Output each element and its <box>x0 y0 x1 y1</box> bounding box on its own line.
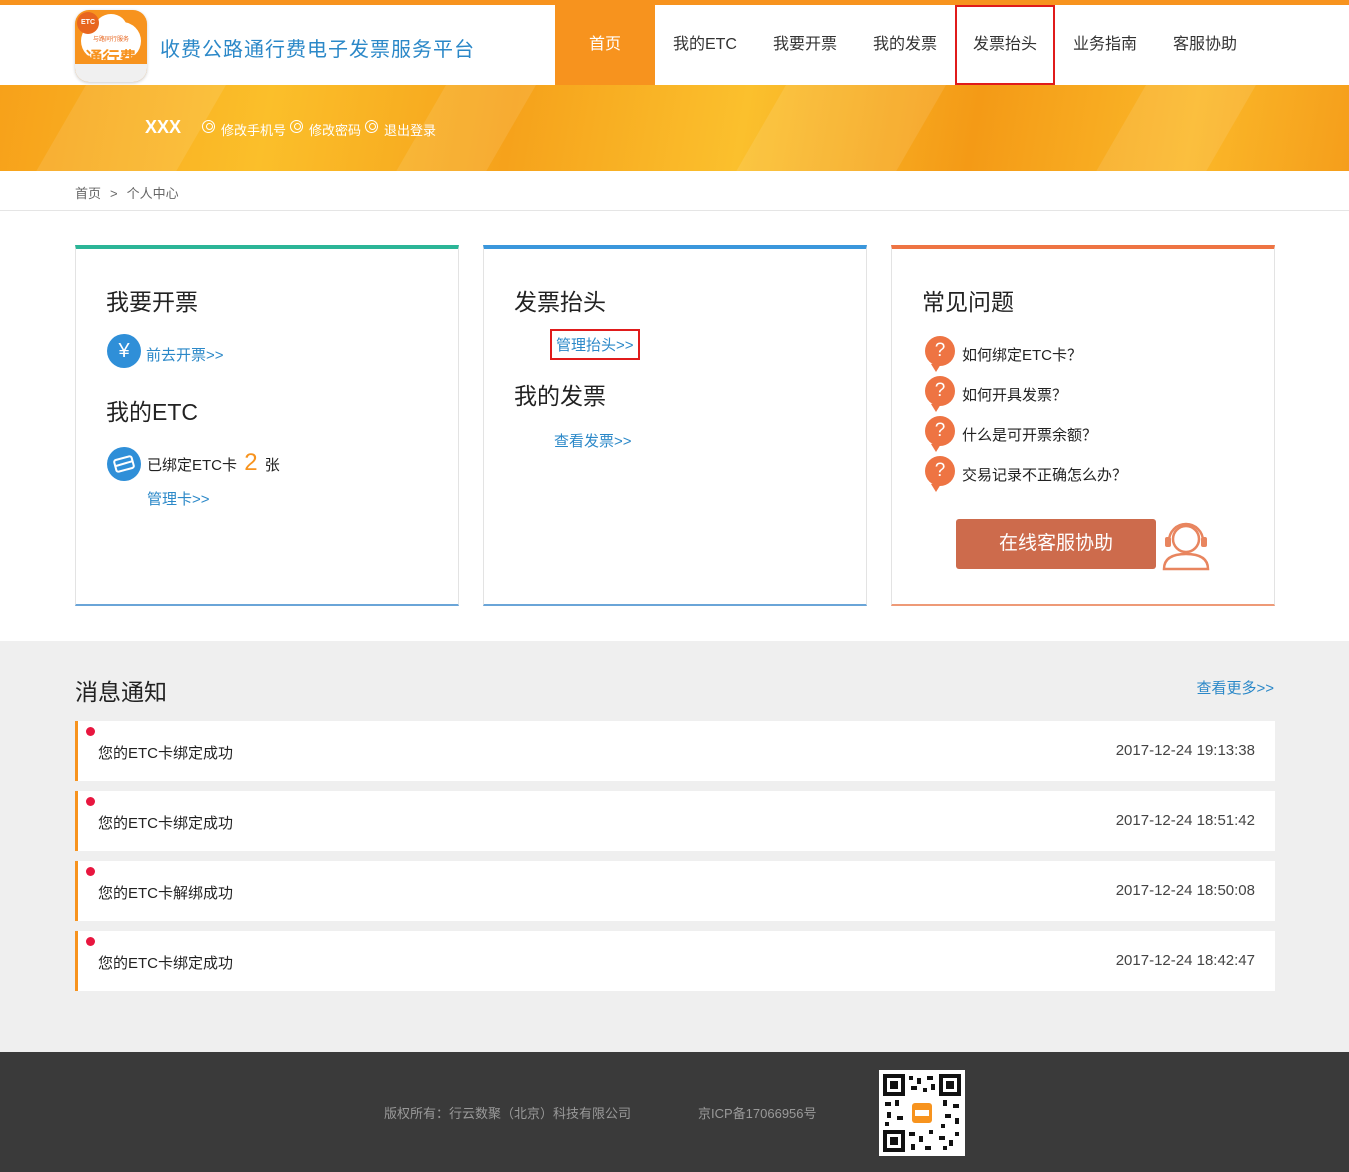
icp-number: 京ICP备17066956号 <box>698 1106 817 1121</box>
nav-item-invoice-header[interactable]: 发票抬头 <box>955 5 1055 85</box>
notifications-title: 消息通知 <box>75 679 167 705</box>
question-icon: ? <box>925 376 955 412</box>
online-support-button[interactable]: 在线客服协助 <box>956 519 1156 569</box>
unread-dot <box>86 867 95 876</box>
notification-row[interactable]: 您的ETC卡绑定成功 2017-12-24 18:51:42 <box>75 791 1275 851</box>
logo[interactable]: ETC 与路同行服务 通行费 <box>75 10 147 82</box>
logo-etc-badge: ETC <box>77 12 99 34</box>
logout-link[interactable]: 退出登录 <box>384 120 436 139</box>
notifications-section: 消息通知 查看更多>> 您的ETC卡绑定成功 2017-12-24 19:13:… <box>0 641 1349 1052</box>
faq-card: 常见问题 ? 如何绑定ETC卡？ ? 如何开具发票？ ? 什么是可开票余额？ ?… <box>891 245 1275 606</box>
notification-time: 2017-12-24 19:13:38 <box>1115 742 1255 759</box>
faq-item[interactable]: 如何绑定ETC卡？ <box>962 344 1082 365</box>
my-etc-title: 我的ETC <box>106 399 198 425</box>
notification-message: 您的ETC卡绑定成功 <box>98 745 234 762</box>
faq-item[interactable]: 什么是可开票余额？ <box>962 424 1097 445</box>
notification-row[interactable]: 您的ETC卡绑定成功 2017-12-24 19:13:38 <box>75 721 1275 781</box>
faq-item[interactable]: 如何开具发票？ <box>962 384 1067 405</box>
notification-message: 您的ETC卡解绑成功 <box>98 885 234 902</box>
faq-title: 常见问题 <box>922 289 1014 315</box>
logo-bottom-band <box>75 64 147 82</box>
copyright-text: 版权所有：行云数聚（北京）科技有限公司 <box>384 1106 632 1121</box>
change-phone-link[interactable]: 修改手机号 <box>221 120 286 139</box>
my-invoices-title: 我的发票 <box>514 383 606 409</box>
question-icon: ? <box>925 416 955 452</box>
invoice-header-card: 发票抬头 管理抬头>> 我的发票 查看发票>> <box>483 245 867 606</box>
breadcrumb-current: 个人中心 <box>126 186 179 201</box>
bound-prefix: 已绑定ETC卡 <box>147 457 238 474</box>
headset-agent-icon[interactable] <box>1160 517 1212 571</box>
manage-header-link[interactable]: 管理抬头>> <box>550 329 640 360</box>
manage-card-link[interactable]: 管理卡>> <box>147 488 210 509</box>
unread-dot <box>86 937 95 946</box>
account-links: 修改手机号 修改密码 退出登录 <box>202 120 440 139</box>
breadcrumb-separator: > <box>110 186 118 201</box>
notification-message: 您的ETC卡绑定成功 <box>98 955 234 972</box>
bound-suffix: 张 <box>264 457 280 474</box>
question-icon: ? <box>925 336 955 372</box>
card-icon <box>107 447 141 481</box>
unread-dot <box>86 797 95 806</box>
faq-item[interactable]: 交易记录不正确怎么办？ <box>962 464 1127 485</box>
notification-time: 2017-12-24 18:50:08 <box>1115 882 1255 899</box>
nav-item-issue-invoice[interactable]: 我要开票 <box>755 5 855 85</box>
site-title: 收费公路通行费电子发票服务平台 <box>160 39 475 61</box>
notification-message: 您的ETC卡绑定成功 <box>98 815 234 832</box>
notification-row[interactable]: 您的ETC卡解绑成功 2017-12-24 18:50:08 <box>75 861 1275 921</box>
user-icon <box>290 120 304 133</box>
user-icon <box>365 120 379 133</box>
invoice-header-title: 发票抬头 <box>514 289 606 315</box>
issue-invoice-title: 我要开票 <box>106 289 198 315</box>
nav-item-guide[interactable]: 业务指南 <box>1055 5 1155 85</box>
qr-code-icon <box>879 1070 965 1156</box>
go-issue-invoice-link[interactable]: 前去开票>> <box>146 344 224 365</box>
unread-dot <box>86 727 95 736</box>
breadcrumb-home[interactable]: 首页 <box>75 186 101 201</box>
banner-decor <box>728 85 952 171</box>
nav-item-support[interactable]: 客服协助 <box>1155 5 1255 85</box>
bound-count: 2 <box>244 449 258 476</box>
nav-item-home[interactable]: 首页 <box>555 5 655 85</box>
question-icon: ? <box>925 456 955 492</box>
user-banner: XXX 修改手机号 修改密码 退出登录 <box>0 85 1349 171</box>
view-invoices-link[interactable]: 查看发票>> <box>554 430 632 451</box>
yuan-icon: ¥ <box>107 334 141 368</box>
main-nav: 首页 我的ETC 我要开票 我的发票 发票抬头 业务指南 客服协助 <box>555 5 1255 85</box>
user-icon <box>202 120 215 133</box>
bound-etc-count: 已绑定ETC卡 2 张 <box>147 449 280 477</box>
invoice-etc-card: 我要开票 ¥ 前去开票>> 我的ETC 已绑定ETC卡 2 张 管理卡>> <box>75 245 459 606</box>
nav-item-my-etc[interactable]: 我的ETC <box>655 5 755 85</box>
nav-item-my-invoices[interactable]: 我的发票 <box>855 5 955 85</box>
notification-time: 2017-12-24 18:42:47 <box>1115 952 1255 969</box>
notification-time: 2017-12-24 18:51:42 <box>1115 812 1255 829</box>
banner-decor <box>1088 85 1262 171</box>
breadcrumb: 首页 > 个人中心 <box>0 171 1349 211</box>
site-header: ETC 与路同行服务 通行费 收费公路通行费电子发票服务平台 首页 我的ETC … <box>0 5 1349 85</box>
view-more-link[interactable]: 查看更多>> <box>1196 677 1274 698</box>
notification-row[interactable]: 您的ETC卡绑定成功 2017-12-24 18:42:47 <box>75 931 1275 991</box>
site-footer: 版权所有：行云数聚（北京）科技有限公司 京ICP备17066956号 <box>0 1052 1349 1172</box>
logo-subtext: 与路同行服务 <box>92 37 129 43</box>
username: XXX <box>145 117 182 137</box>
change-password-link[interactable]: 修改密码 <box>309 120 361 139</box>
